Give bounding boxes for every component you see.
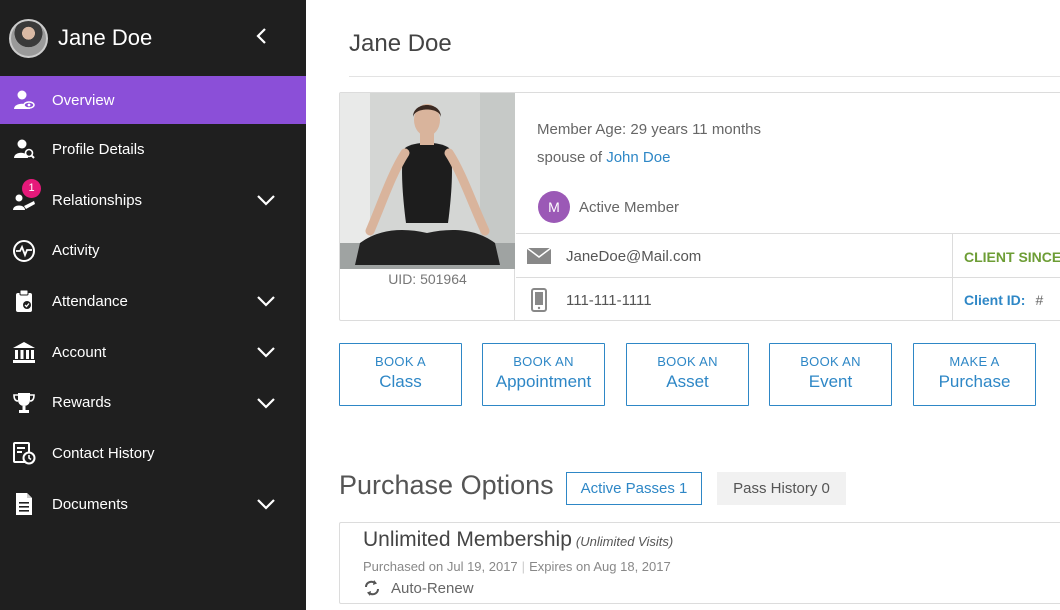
profile-photo-column: UID: 501964 xyxy=(340,93,515,320)
sidebar-item-documents[interactable]: Documents xyxy=(0,479,306,530)
notification-badge: 1 xyxy=(22,178,41,198)
book-event-button[interactable]: BOOK AN Event xyxy=(769,343,892,406)
sidebar-item-label: Relationships xyxy=(52,191,143,209)
divider xyxy=(349,76,1060,77)
heartbeat-icon xyxy=(11,238,37,264)
sidebar-nav: Overview Profile Details 1 Relationships… xyxy=(0,76,306,530)
sidebar-header: Jane Doe xyxy=(0,0,306,76)
client-id-label: Client ID: xyxy=(964,292,1026,308)
page-title: Jane Doe xyxy=(349,30,452,57)
chevron-down-icon[interactable] xyxy=(255,293,277,309)
book-asset-button[interactable]: BOOK AN Asset xyxy=(626,343,749,406)
make-purchase-button[interactable]: MAKE A Purchase xyxy=(913,343,1036,406)
button-top-label: BOOK AN xyxy=(800,354,861,369)
membership-subtitle: (Unlimited Visits) xyxy=(575,534,674,549)
profile-photo xyxy=(340,93,515,269)
sidebar-user-name: Jane Doe xyxy=(58,25,153,50)
sidebar-item-label: Contact History xyxy=(52,444,155,462)
expires-date: Expires on Aug 18, 2017 xyxy=(529,559,671,574)
phone-value[interactable]: 111-111-1111 xyxy=(566,292,652,309)
main-content: Jane Doe UID: 501964 Member Age: 29 year… xyxy=(306,0,1060,610)
refresh-icon xyxy=(365,580,379,596)
email-value[interactable]: JaneDoe@Mail.com xyxy=(566,248,701,265)
button-bottom-label: Event xyxy=(808,372,853,391)
sidebar-item-profile-details[interactable]: Profile Details xyxy=(0,124,306,175)
user-eye-icon xyxy=(11,87,37,113)
book-class-button[interactable]: BOOK A Class xyxy=(339,343,462,406)
divider xyxy=(952,233,953,321)
membership-dates: Purchased on Jul 19, 2017 | Expires on Aug… xyxy=(363,559,671,574)
chevron-down-icon[interactable] xyxy=(255,344,277,360)
client-since-label: CLIENT SINCE: xyxy=(964,249,1060,265)
button-top-label: BOOK A xyxy=(375,354,426,369)
auto-renew-label: Auto-Renew xyxy=(391,579,474,597)
book-appointment-button[interactable]: BOOK AN Appointment xyxy=(482,343,605,406)
collapse-sidebar-button[interactable] xyxy=(252,24,272,48)
client-id: Client ID: # xyxy=(964,292,1043,308)
sidebar-item-activity[interactable]: Activity xyxy=(0,225,306,276)
email-row: JaneDoe@Mail.com xyxy=(516,234,952,278)
spouse-info: spouse of John Doe xyxy=(537,149,670,166)
sidebar-item-rewards[interactable]: Rewards xyxy=(0,377,306,428)
profile-card: UID: 501964 Member Age: 29 years 11 mont… xyxy=(339,92,1060,321)
button-top-label: BOOK AN xyxy=(513,354,574,369)
membership-title: Unlimited Membership (Unlimited Visits) xyxy=(363,528,673,552)
sidebar-item-label: Overview xyxy=(52,91,115,109)
button-bottom-label: Asset xyxy=(666,372,709,391)
sidebar-item-attendance[interactable]: Attendance xyxy=(0,276,306,327)
spouse-link[interactable]: John Doe xyxy=(606,149,670,166)
separator: | xyxy=(521,559,526,574)
sidebar-item-label: Attendance xyxy=(52,292,128,310)
member-status: Active Member xyxy=(579,199,680,216)
sidebar-item-label: Activity xyxy=(52,242,100,260)
chevron-left-icon xyxy=(256,28,266,44)
avatar[interactable] xyxy=(9,18,48,58)
button-top-label: MAKE A xyxy=(949,354,1000,369)
button-top-label: BOOK AN xyxy=(657,354,718,369)
clipboard-check-icon xyxy=(11,288,37,314)
chevron-down-icon[interactable] xyxy=(255,192,277,208)
envelope-icon xyxy=(526,243,552,269)
sidebar: Jane Doe Overview Profile Details 1 Rela… xyxy=(0,0,306,610)
membership-badge: M xyxy=(538,191,570,223)
purchased-date: Purchased on Jul 19, 2017 xyxy=(363,559,518,574)
contact-history-icon xyxy=(11,440,37,466)
spouse-prefix: spouse of xyxy=(537,149,607,166)
bank-icon xyxy=(11,339,37,365)
client-id-value: # xyxy=(1035,292,1044,308)
uid-label: UID: 501964 xyxy=(388,271,467,287)
sidebar-item-label: Account xyxy=(52,343,107,361)
trophy-icon xyxy=(11,390,37,416)
purchase-options-title: Purchase Options xyxy=(339,470,554,500)
phone-row: 111-111-1111 xyxy=(516,278,952,322)
sidebar-item-account[interactable]: Account xyxy=(0,327,306,378)
chevron-down-icon[interactable] xyxy=(255,395,277,411)
profile-info: Member Age: 29 years 11 months spouse of… xyxy=(516,93,1060,233)
chevron-down-icon[interactable] xyxy=(255,496,277,512)
button-bottom-label: Appointment xyxy=(495,372,592,391)
sidebar-item-contact-history[interactable]: Contact History xyxy=(0,428,306,479)
tab-active-passes[interactable]: Active Passes 1 xyxy=(566,472,702,505)
document-icon xyxy=(11,491,37,517)
button-bottom-label: Class xyxy=(379,372,422,391)
auto-renew: Auto-Renew xyxy=(363,579,474,597)
user-search-icon xyxy=(11,136,37,162)
sidebar-item-label: Profile Details xyxy=(52,140,145,158)
mobile-phone-icon xyxy=(526,287,552,313)
sidebar-item-relationships[interactable]: 1 Relationships xyxy=(0,175,306,226)
member-age: Member Age: 29 years 11 months xyxy=(537,121,762,138)
sidebar-item-label: Rewards xyxy=(52,394,112,412)
membership-name: Unlimited Membership xyxy=(363,528,572,551)
sidebar-item-label: Documents xyxy=(52,495,128,513)
button-bottom-label: Purchase xyxy=(938,372,1011,391)
sidebar-item-overview[interactable]: Overview xyxy=(0,76,306,124)
tab-pass-history[interactable]: Pass History 0 xyxy=(717,472,846,505)
membership-card[interactable]: Unlimited Membership (Unlimited Visits) P… xyxy=(339,522,1060,604)
